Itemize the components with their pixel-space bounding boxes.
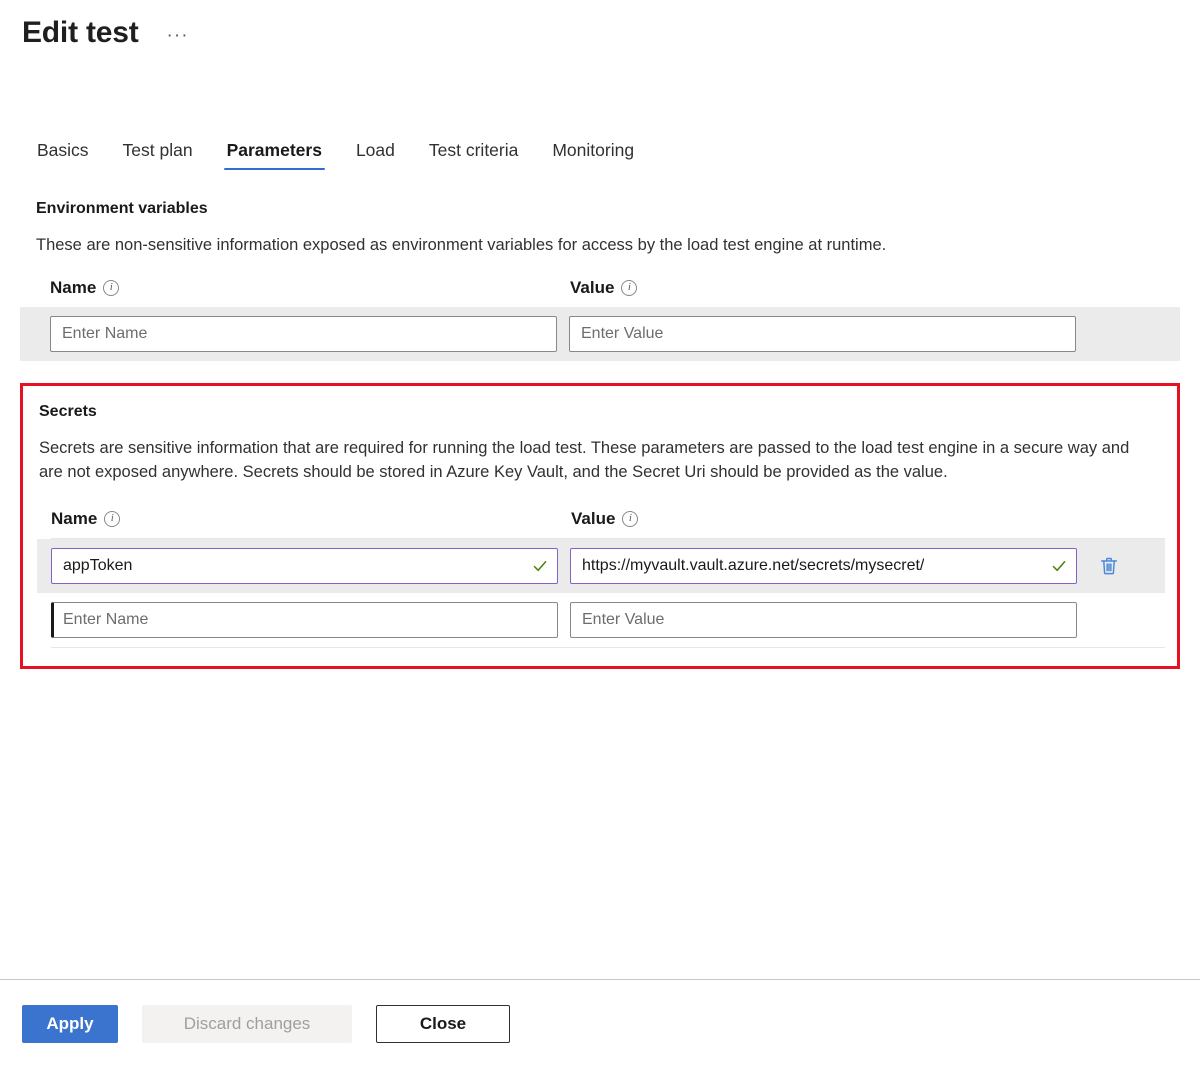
checkmark-icon xyxy=(1051,558,1067,574)
discard-changes-button: Discard changes xyxy=(142,1005,352,1043)
footer-action-bar: Apply Discard changes Close xyxy=(0,980,1200,1067)
secrets-title: Secrets xyxy=(39,403,1165,421)
column-header-name-label: Name xyxy=(50,278,96,298)
env-var-value-placeholder-0: Enter Value xyxy=(581,325,663,343)
more-options-icon[interactable]: ··· xyxy=(161,23,195,49)
tab-content-parameters: Environment variables These are non-sens… xyxy=(0,200,1200,669)
column-header-name: Name i xyxy=(50,278,570,298)
env-var-name-placeholder-0: Enter Name xyxy=(62,325,147,343)
tab-bar: Basics Test plan Parameters Load Test cr… xyxy=(0,130,1200,174)
column-header-value-label: Value xyxy=(570,278,614,298)
column-header-name-label: Name xyxy=(51,509,97,529)
env-var-value-input-0[interactable]: Enter Value xyxy=(569,316,1076,352)
info-icon[interactable]: i xyxy=(103,280,119,296)
page-title: Edit test xyxy=(22,16,139,49)
table-row: Enter Name Enter Value xyxy=(37,593,1165,647)
tab-test-plan[interactable]: Test plan xyxy=(106,136,210,174)
secrets-description: Secrets are sensitive information that a… xyxy=(39,437,1147,485)
table-row: Enter Name Enter Value xyxy=(20,307,1180,361)
grid-divider xyxy=(51,647,1165,648)
tab-monitoring[interactable]: Monitoring xyxy=(535,136,651,174)
secret-name-placeholder-1: Enter Name xyxy=(63,611,148,629)
secret-name-value-0: appToken xyxy=(63,557,132,575)
environment-variables-description: These are non-sensitive information expo… xyxy=(36,234,1146,258)
secret-value-placeholder-1: Enter Value xyxy=(582,611,664,629)
secrets-section-highlight: Secrets Secrets are sensitive informatio… xyxy=(20,383,1180,669)
secret-name-input-0[interactable]: appToken xyxy=(51,548,558,584)
column-header-name: Name i xyxy=(51,509,571,529)
secret-value-value-0: https://myvault.vault.azure.net/secrets/… xyxy=(582,557,924,575)
tab-basics[interactable]: Basics xyxy=(22,136,106,174)
tab-parameters[interactable]: Parameters xyxy=(210,136,339,174)
secrets-table: Name i Value i appToken xyxy=(37,509,1165,648)
info-icon[interactable]: i xyxy=(621,280,637,296)
environment-variables-column-headers: Name i Value i xyxy=(50,278,1180,307)
delete-secret-button-0[interactable] xyxy=(1095,551,1123,581)
secrets-column-headers: Name i Value i xyxy=(51,509,1165,538)
environment-variables-table: Name i Value i Enter Name Enter Value xyxy=(20,278,1180,361)
info-icon[interactable]: i xyxy=(104,511,120,527)
info-icon[interactable]: i xyxy=(622,511,638,527)
column-header-value: Value i xyxy=(571,509,1091,529)
trash-icon xyxy=(1098,555,1120,577)
close-button[interactable]: Close xyxy=(376,1005,510,1043)
tab-test-criteria[interactable]: Test criteria xyxy=(412,136,535,174)
secret-value-input-1[interactable]: Enter Value xyxy=(570,602,1077,638)
column-header-value-label: Value xyxy=(571,509,615,529)
secret-value-input-0[interactable]: https://myvault.vault.azure.net/secrets/… xyxy=(570,548,1077,584)
environment-variables-title: Environment variables xyxy=(36,200,1180,218)
tab-load[interactable]: Load xyxy=(339,136,412,174)
page-header: Edit test ··· xyxy=(0,0,1200,56)
checkmark-icon xyxy=(532,558,548,574)
table-row: appToken https://myvault.vault.azure.net… xyxy=(37,539,1165,593)
secret-name-input-1[interactable]: Enter Name xyxy=(51,602,558,638)
environment-variables-section: Environment variables These are non-sens… xyxy=(20,200,1180,361)
apply-button[interactable]: Apply xyxy=(22,1005,118,1043)
env-var-name-input-0[interactable]: Enter Name xyxy=(50,316,557,352)
column-header-value: Value i xyxy=(570,278,1090,298)
